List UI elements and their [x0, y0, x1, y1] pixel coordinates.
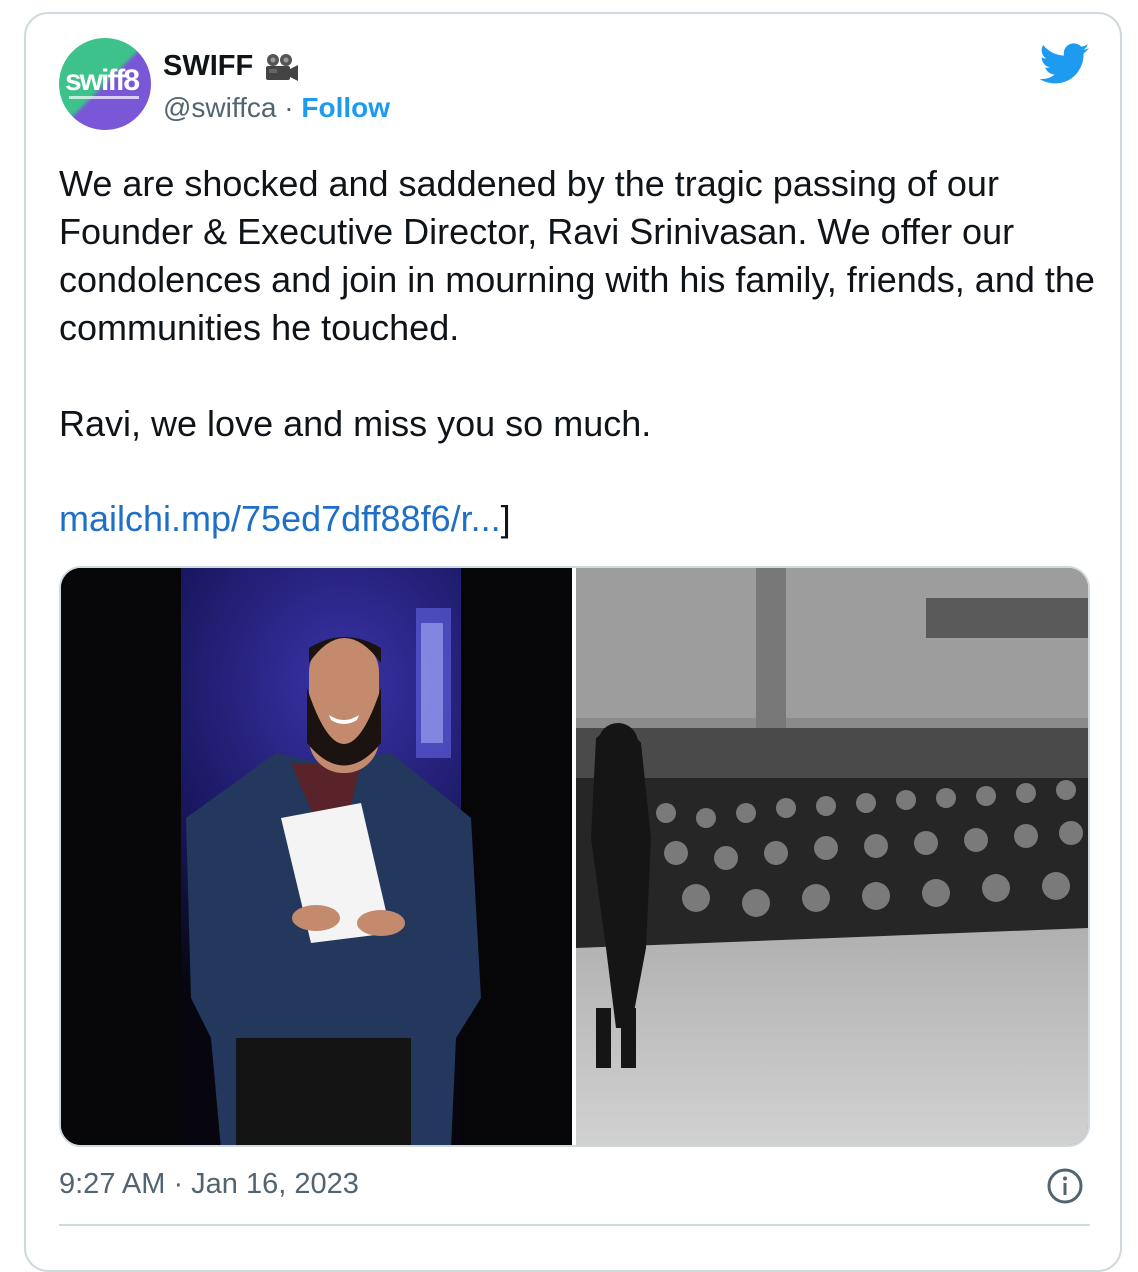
photo-left-illustration: [61, 568, 572, 1145]
tweet-timestamp[interactable]: 9:27 AM · Jan 16, 2023: [59, 1168, 359, 1201]
photo-theater-audience[interactable]: [576, 568, 1088, 1145]
photo-right-illustration: [576, 568, 1088, 1145]
media-grid: [59, 566, 1090, 1147]
tweet-link-row: mailchi.mp/75ed7dff88f6/r...]: [59, 495, 511, 543]
tweet-link-suffix: ]: [500, 498, 511, 539]
display-name[interactable]: SWIFF: [163, 50, 253, 83]
handle-row: @swiffca · Follow: [163, 92, 390, 124]
handle-separator: ·: [276, 92, 302, 123]
movie-camera-icon: [266, 54, 298, 81]
divider: [59, 1224, 1090, 1226]
avatar[interactable]: swiff8: [59, 38, 151, 130]
handle[interactable]: @swiffca: [163, 92, 277, 123]
avatar-logo-underline: [69, 96, 139, 99]
tweet-text: We are shocked and saddened by the tragi…: [59, 163, 1095, 444]
avatar-logo-text: swiff8: [65, 64, 140, 97]
info-icon[interactable]: [1046, 1167, 1084, 1205]
photo-man-on-stage[interactable]: [61, 568, 572, 1145]
twitter-bird-icon[interactable]: [1040, 43, 1090, 85]
follow-button[interactable]: Follow: [301, 92, 390, 123]
tweet-link[interactable]: mailchi.mp/75ed7dff88f6/r...: [59, 498, 501, 539]
